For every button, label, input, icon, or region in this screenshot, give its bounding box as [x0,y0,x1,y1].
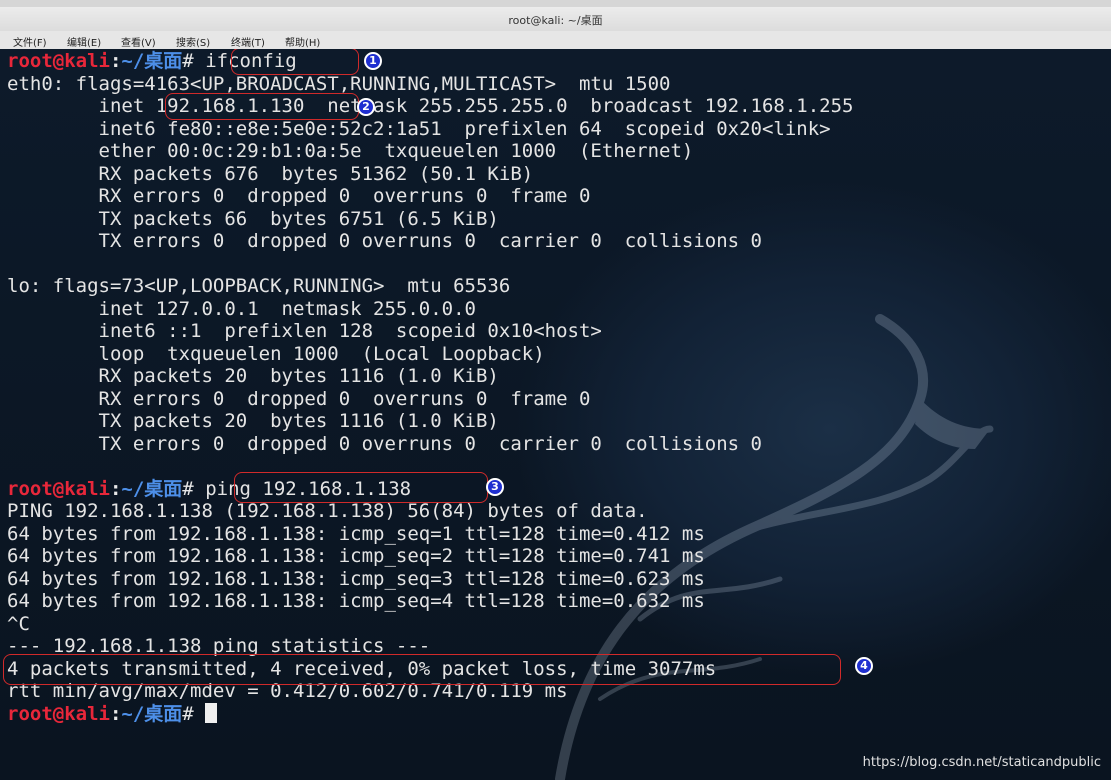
window-title: root@kali: ~/桌面 [508,14,603,27]
annotation-badge-4: 4 [855,657,873,675]
output-line: loop txqueuelen 1000 (Local Loopback) [7,342,545,365]
output-line: ether 00:0c:29:b1:0a:5e txqueuelen 1000 … [7,140,694,162]
prompt-path: ~/桌面 [121,477,183,500]
menu-terminal[interactable]: 终端(T) [231,34,265,49]
output-line: inet 192.168.1.130 netmask 255.255.255.0… [7,95,854,117]
output-line: 64 bytes from 192.168.1.138: icmp_seq=3 … [7,567,705,590]
output-line: TX packets 66 bytes 6751 (6.5 KiB) [7,207,499,230]
prompt-user: root@kali [7,702,110,725]
output-line: 64 bytes from 192.168.1.138: icmp_seq=2 … [7,545,705,567]
output-line: inet 127.0.0.1 netmask 255.0.0.0 [7,297,477,320]
menu-file[interactable]: 文件(F) [13,34,47,49]
output-line: lo: flags=73<UP,LOOPBACK,RUNNING> mtu 65… [7,275,511,297]
output-line: RX packets 20 bytes 1116 (1.0 KiB) [7,365,499,387]
prompt-colon: : [109,477,122,500]
output-line: ^C [7,612,30,635]
watermark-text: https://blog.csdn.net/staticandpublic [862,755,1101,770]
annotation-box-packet-loss [3,654,841,685]
annotation-badge-3: 3 [486,478,504,496]
annotation-box-ip-address [165,93,359,120]
output-line: RX packets 676 bytes 51362 (50.1 KiB) [7,162,534,185]
prompt-colon: : [109,702,122,725]
output-line: eth0: flags=4163<UP,BROADCAST,RUNNING,MU… [7,72,671,95]
menu-search[interactable]: 搜索(S) [176,34,210,49]
output-line: RX errors 0 dropped 0 overruns 0 frame 0 [7,387,591,410]
output-line: RX errors 0 dropped 0 overruns 0 frame 0 [7,185,591,207]
annotation-box-ifconfig [231,49,359,75]
prompt-hash: # [182,477,206,500]
annotation-badge-1: 1 [364,52,382,70]
menu-view[interactable]: 查看(V) [121,34,156,49]
output-line: 64 bytes from 192.168.1.138: icmp_seq=4 … [7,590,705,612]
prompt-hash: # [182,702,206,725]
prompt-user: root@kali [7,477,110,500]
output-line: TX errors 0 dropped 0 overruns 0 carrier… [7,230,762,252]
prompt-path: ~/桌面 [121,702,183,725]
prompt-user: root@kali [7,50,110,72]
menu-edit[interactable]: 编辑(E) [67,34,101,49]
output-line: inet6 ::1 prefixlen 128 scopeid 0x10<hos… [7,320,602,342]
text-cursor [205,702,218,723]
output-line: PING 192.168.1.138 (192.168.1.138) 56(84… [7,500,648,522]
annotation-badge-2: 2 [357,98,375,116]
output-line: inet6 fe80::e8e:5e0e:52c2:1a51 prefixlen… [7,117,831,140]
terminal-area[interactable]: root@kali:~/桌面# ifconfig eth0: flags=4163… [0,49,1111,780]
menu-help[interactable]: 帮助(H) [285,34,320,49]
prompt-line: root@kali:~/桌面# [7,702,218,725]
output-line: TX packets 20 bytes 1116 (1.0 KiB) [7,410,499,432]
window-titlebar[interactable]: root@kali: ~/桌面 [0,7,1111,31]
annotation-box-ping-command [234,472,488,503]
output-line: 64 bytes from 192.168.1.138: icmp_seq=1 … [7,522,705,545]
output-line: TX errors 0 dropped 0 overruns 0 carrier… [7,432,762,455]
prompt-hash: # [182,50,206,72]
prompt-path: ~/桌面 [121,50,183,72]
menu-bar: 文件(F) 编辑(E) 查看(V) 搜索(S) 终端(T) 帮助(H) [0,31,1111,50]
prompt-colon: : [109,50,122,72]
